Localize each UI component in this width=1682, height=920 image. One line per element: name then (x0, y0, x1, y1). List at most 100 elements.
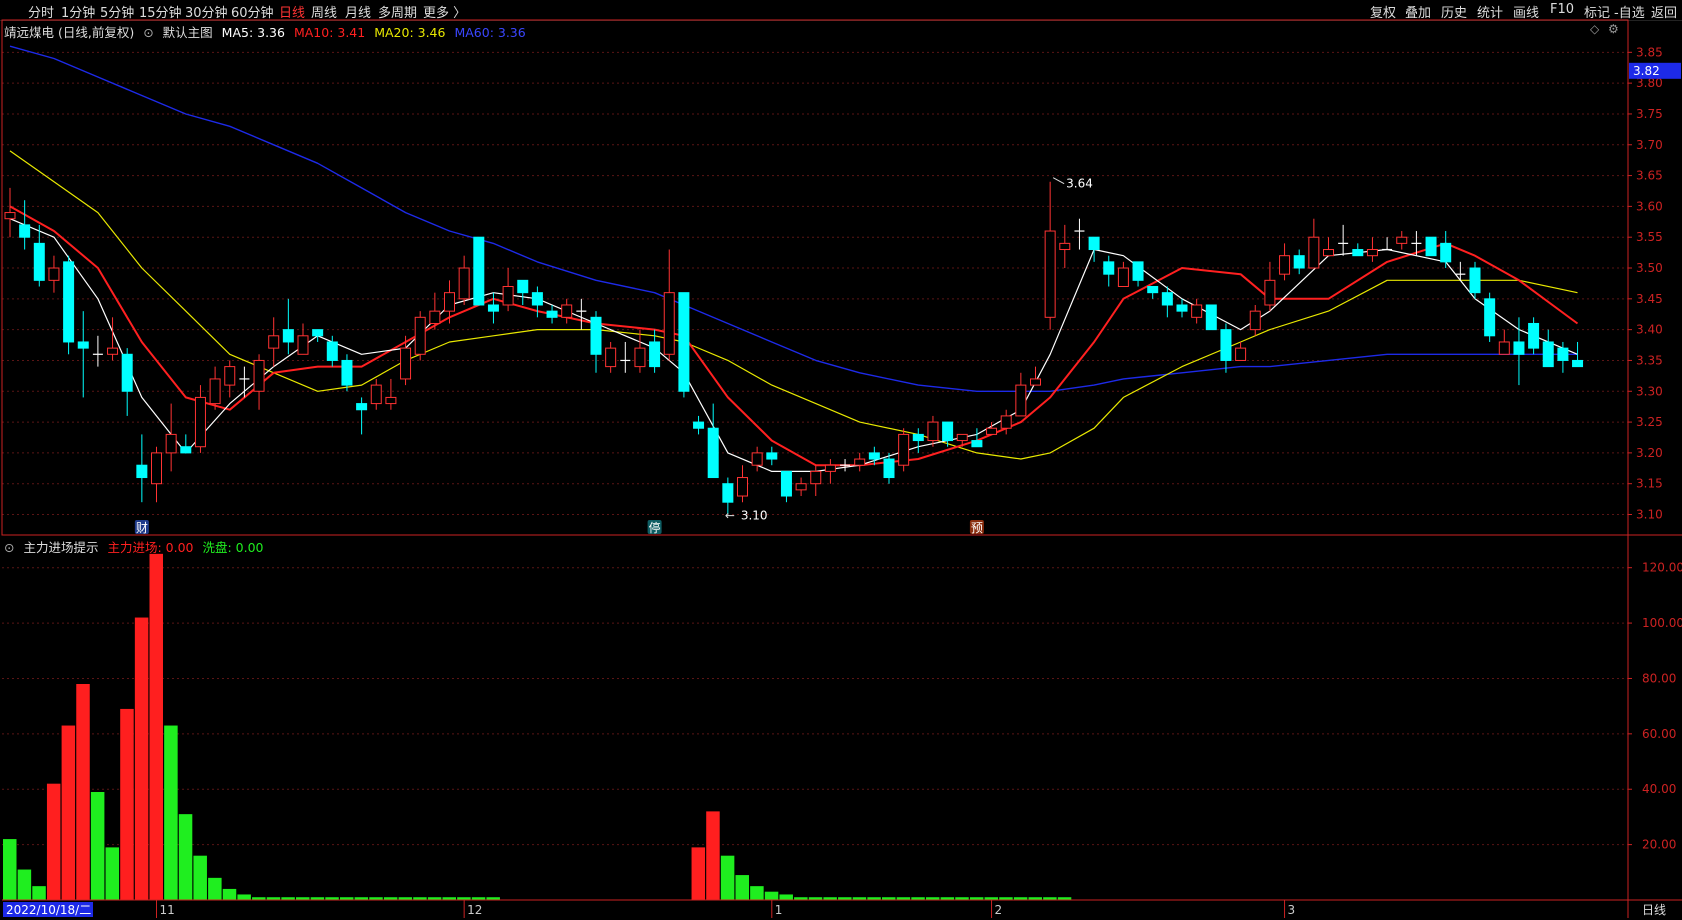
candle-body (19, 224, 31, 238)
candle-body (194, 396, 206, 448)
candle (1147, 286, 1159, 299)
wash-bar (779, 894, 793, 900)
wash-bar (764, 891, 779, 900)
main-force-bar (134, 617, 149, 900)
candle (605, 341, 617, 373)
candle-body (605, 347, 617, 368)
candle-body (282, 329, 294, 343)
price-tick-label: 3.75 (1636, 107, 1663, 121)
candle (370, 378, 382, 410)
wash-bar (208, 877, 222, 900)
candle-body (898, 433, 910, 466)
candle (1015, 372, 1027, 417)
candle (1191, 298, 1203, 324)
current-price-label: 3.82 (1633, 64, 1660, 78)
ma60-path (9, 45, 1578, 392)
candle (1382, 237, 1393, 251)
wash-bar (193, 855, 207, 900)
candle (1455, 261, 1466, 281)
price-tick-label: 3.15 (1636, 477, 1663, 491)
candle (517, 279, 529, 305)
indicator-tick-label: 40.00 (1642, 782, 1676, 796)
candle-body (1440, 242, 1452, 263)
candle (414, 311, 426, 361)
candle-body (1352, 249, 1364, 257)
candle (1205, 304, 1217, 331)
candle-body (444, 292, 455, 312)
main-force-bar (691, 847, 706, 900)
candle-body (561, 304, 573, 318)
candle (194, 385, 206, 453)
candle-body (1249, 310, 1261, 331)
main-force-bar (76, 684, 90, 900)
candle (1044, 181, 1056, 330)
candle (1176, 298, 1188, 318)
event-mark-label: 预 (971, 521, 983, 535)
ma20-line (9, 150, 1578, 460)
candle (151, 446, 162, 503)
candle (502, 268, 514, 312)
candle (561, 298, 573, 324)
main-plot-frame (1, 19, 1629, 536)
candle-body (956, 433, 968, 442)
candle-body (971, 440, 983, 448)
candle-body (1308, 236, 1320, 269)
candle-body (224, 366, 236, 386)
candle-body (341, 359, 353, 386)
candle-body (151, 452, 162, 485)
month-label: 1 (775, 903, 783, 917)
price-tick-label: 3.60 (1636, 199, 1663, 213)
candle-body (1161, 292, 1173, 306)
indicator-tick-label: 80.00 (1642, 671, 1676, 685)
candle-body (1366, 249, 1378, 257)
candle-body (1293, 255, 1305, 269)
low-price-label: 3.10 (741, 509, 768, 523)
candle-body (824, 464, 836, 472)
candle-body (77, 341, 89, 349)
candle (33, 224, 45, 287)
candle-body (268, 335, 280, 349)
wash-bar (178, 814, 193, 900)
candle-body (400, 347, 412, 380)
candle-body (707, 427, 719, 479)
candle-body (121, 353, 133, 392)
candle (136, 434, 148, 503)
candle (1308, 218, 1320, 269)
candle-body (1015, 384, 1027, 417)
candle-body (883, 458, 895, 479)
chart-canvas[interactable]: 3.10 3.15 3.20 3.25 3.30 3.35 3.40 3.45 3.50 3.55… (0, 0, 1682, 920)
settings-icon: ⚙ (1608, 22, 1619, 36)
ma10-path (9, 205, 1579, 467)
candle (209, 366, 221, 410)
candle-body (1323, 249, 1334, 257)
candle (268, 317, 280, 367)
indicator-tick-label: 20.00 (1642, 838, 1676, 852)
candle (121, 348, 133, 416)
high-price-label: 3.64 (1066, 177, 1093, 191)
candle-body (297, 335, 309, 355)
wash-bar (164, 725, 178, 900)
candle (19, 200, 31, 250)
candle-body (63, 261, 75, 343)
candle-body (663, 292, 675, 355)
grid (2, 51, 1628, 846)
main-force-bar (120, 708, 134, 900)
candle-body (1572, 359, 1584, 368)
candle (312, 329, 324, 342)
month-label: 12 (467, 903, 482, 917)
candle (824, 459, 836, 484)
candle (385, 378, 397, 410)
ma5-path (9, 218, 1578, 472)
candle (1059, 224, 1071, 269)
candle-body (780, 470, 792, 497)
candle-body (1000, 415, 1012, 429)
candle-body (1147, 286, 1159, 294)
candle (634, 329, 646, 373)
candle-body (312, 329, 324, 337)
month-label: 11 (160, 903, 175, 917)
event-mark-label: 停 (649, 520, 661, 535)
price-tick-label: 3.65 (1636, 169, 1663, 183)
candle (1117, 261, 1129, 288)
candle-body (912, 433, 924, 442)
main-force-bar (706, 811, 720, 900)
